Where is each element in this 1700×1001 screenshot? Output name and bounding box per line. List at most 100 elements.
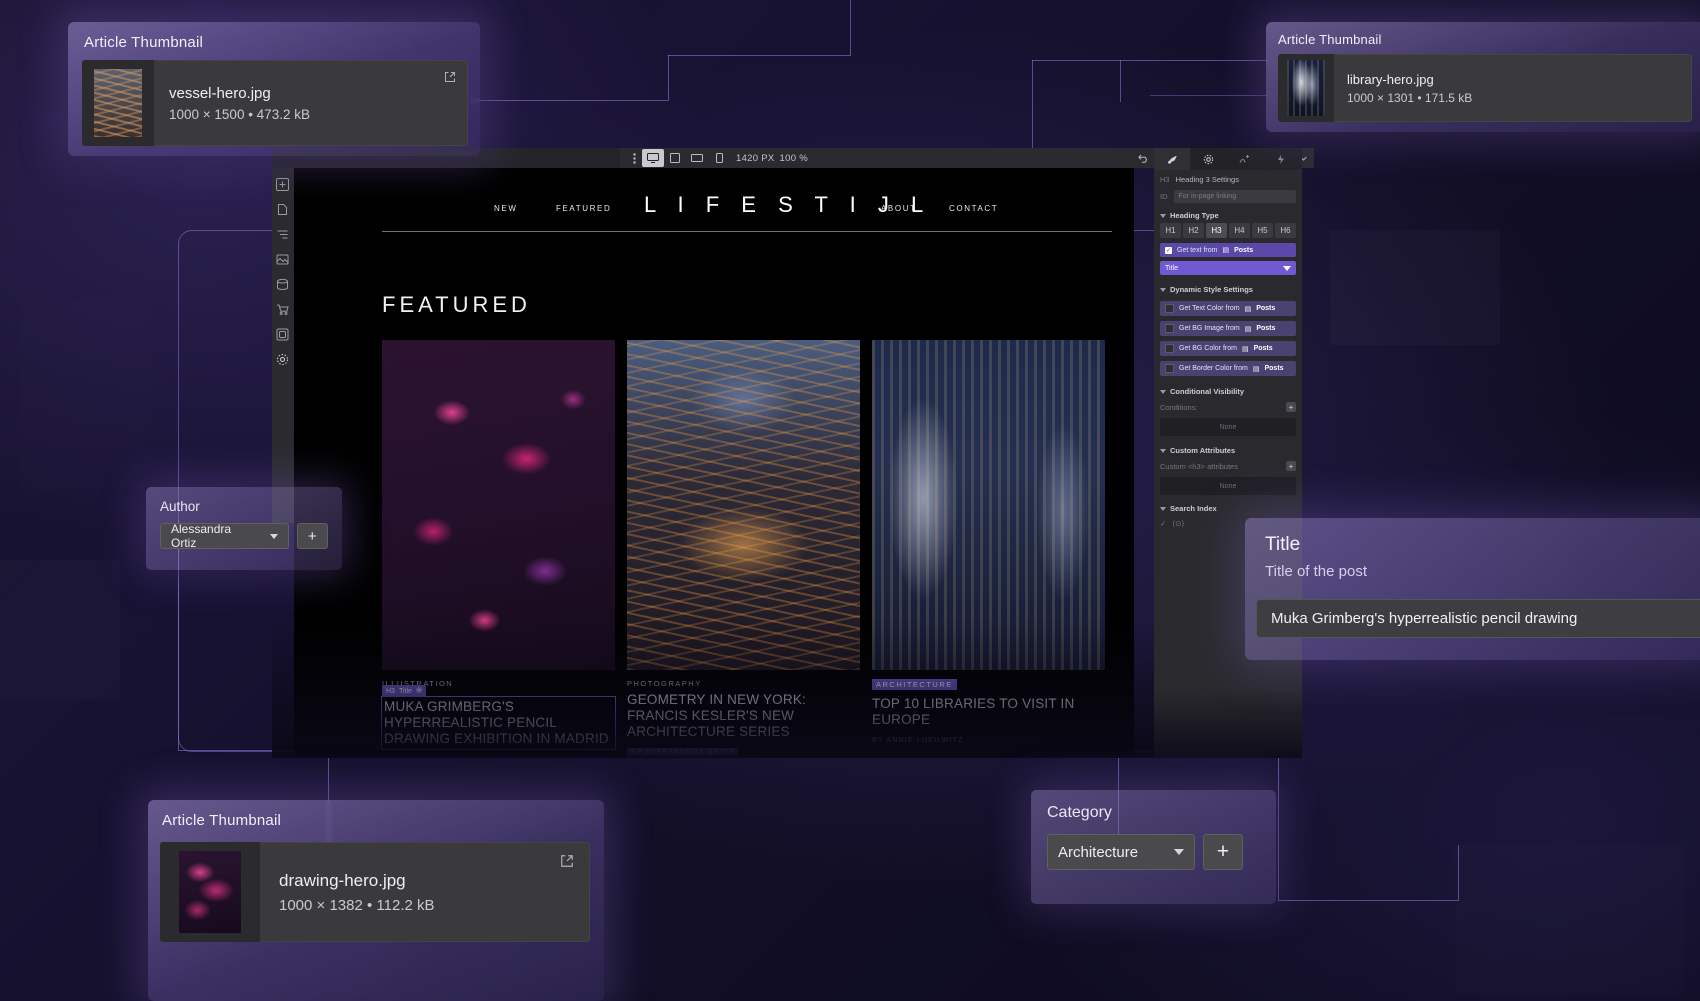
- heading-h3[interactable]: H3: [1206, 223, 1227, 238]
- collection-icon: ▤: [1245, 305, 1252, 313]
- id-input[interactable]: For in-page linking: [1174, 190, 1297, 203]
- undo-icon[interactable]: [1132, 149, 1154, 167]
- device-tablet-icon[interactable]: [664, 149, 686, 167]
- element-settings-panel: H3 Heading 3 Settings ID For in-page lin…: [1154, 148, 1302, 758]
- connector-line: [1150, 95, 1270, 96]
- title-field-input[interactable]: Muka Grimberg's hyperrealistic pencil dr…: [1256, 599, 1700, 638]
- nav-link-contact[interactable]: CONTACT: [949, 204, 998, 213]
- device-desktop-icon[interactable]: [642, 149, 664, 167]
- collection-icon: ▤: [1253, 365, 1260, 373]
- assets-icon[interactable]: [276, 253, 290, 267]
- author-select[interactable]: Alessandra Ortiz: [160, 523, 289, 549]
- row-label: Get Border Color from: [1179, 365, 1248, 372]
- designer-window: 1420 PX 100 % Publish: [272, 148, 1302, 758]
- author-field-label: Author: [160, 499, 328, 514]
- custom-attributes-value: None: [1160, 477, 1296, 495]
- cms-icon[interactable]: [276, 278, 290, 292]
- checkbox-checked-icon[interactable]: ✓: [1165, 247, 1172, 254]
- title-field-tooltip: Title Title of the post: [1245, 518, 1700, 660]
- add-element-icon[interactable]: [276, 178, 290, 192]
- thumbnail-card[interactable]: library-hero.jpg 1000 × 1301 • 171.5 kB: [1278, 54, 1692, 122]
- heading-h6[interactable]: H6: [1275, 223, 1296, 238]
- chevron-down-icon: [270, 534, 278, 539]
- check-icon: ✓: [1160, 519, 1166, 528]
- external-link-icon[interactable]: [560, 854, 574, 868]
- checkbox-icon[interactable]: [1165, 304, 1174, 313]
- panel-tab-bar: [1154, 148, 1302, 170]
- thumbnail-card[interactable]: vessel-hero.jpg 1000 × 1500 • 473.2 kB: [82, 60, 468, 146]
- category-select[interactable]: Architecture: [1047, 834, 1195, 870]
- dynamic-style-row[interactable]: Get BG Color from ▤ Posts: [1160, 341, 1296, 356]
- thumbnail-card[interactable]: drawing-hero.jpg 1000 × 1382 • 112.2 kB: [160, 842, 590, 942]
- nav-link-about[interactable]: ABOUT: [881, 204, 917, 213]
- row-label: Get BG Image from: [1179, 325, 1240, 332]
- collection-icon: ▤: [1242, 345, 1249, 353]
- dynamic-style-row[interactable]: Get Text Color from ▤ Posts: [1160, 301, 1296, 316]
- heading-h5[interactable]: H5: [1252, 223, 1273, 238]
- tooltip-title: Title: [1265, 534, 1700, 556]
- custom-attributes-sublabel: Custom <h3> attributes: [1160, 462, 1238, 471]
- collection-icon: ▤: [1222, 246, 1229, 254]
- file-name: vessel-hero.jpg: [169, 85, 454, 102]
- tab-settings[interactable]: [1190, 148, 1226, 170]
- kebab-menu-icon[interactable]: [626, 149, 642, 167]
- nav-link-featured[interactable]: FEATURED: [556, 204, 611, 213]
- plus-icon[interactable]: +: [1286, 461, 1296, 471]
- section-heading-type[interactable]: Heading Type: [1154, 206, 1302, 223]
- element-title: Heading 3 Settings: [1176, 175, 1239, 184]
- chevron-down-icon: [1160, 507, 1166, 511]
- section-search-index[interactable]: Search Index: [1154, 499, 1302, 516]
- bound-field-select[interactable]: Title: [1160, 261, 1296, 275]
- thumbnail-image: [1278, 54, 1335, 122]
- external-link-icon[interactable]: [444, 70, 456, 82]
- id-placeholder: For in-page linking: [1179, 193, 1237, 200]
- chevron-down-icon: [1160, 214, 1166, 218]
- connector-line: [1032, 60, 1120, 61]
- section-custom-attributes[interactable]: Custom Attributes: [1154, 441, 1302, 458]
- pages-icon[interactable]: [276, 203, 290, 217]
- thumbnail-meta: drawing-hero.jpg 1000 × 1382 • 112.2 kB: [261, 842, 590, 942]
- category-field-row: Architecture +: [1047, 834, 1260, 870]
- conditions-row: Conditions: +: [1154, 399, 1302, 415]
- canvas-fade: [272, 618, 1154, 758]
- checkbox-icon[interactable]: [1165, 324, 1174, 333]
- section-label: Heading Type: [1170, 211, 1219, 220]
- settings-icon[interactable]: [276, 353, 290, 367]
- ecommerce-icon[interactable]: [276, 303, 290, 317]
- section-conditional-visibility[interactable]: Conditional Visibility: [1154, 382, 1302, 399]
- heading-h2[interactable]: H2: [1183, 223, 1204, 238]
- heading-h4[interactable]: H4: [1229, 223, 1250, 238]
- plus-icon[interactable]: +: [1286, 402, 1296, 412]
- site-navbar: NEW FEATURED L I F E S T I J L ABOUT CON…: [294, 168, 1134, 234]
- id-label: ID: [1160, 192, 1168, 201]
- device-mobile-icon[interactable]: [708, 149, 730, 167]
- designer-left-rail: [272, 168, 294, 523]
- row-source: Posts: [1256, 325, 1275, 332]
- navigator-icon[interactable]: [276, 228, 290, 242]
- category-add-button[interactable]: +: [1203, 834, 1243, 870]
- tab-style[interactable]: [1154, 148, 1190, 170]
- checkbox-icon[interactable]: [1165, 344, 1174, 353]
- viewport-width-label: 1420 PX: [736, 153, 775, 164]
- article-thumbnail-panel: Article Thumbnail vessel-hero.jpg 1000 ×…: [68, 22, 480, 156]
- row-label: Get BG Color from: [1179, 345, 1237, 352]
- get-text-from-row[interactable]: ✓ Get text from ▤ Posts: [1160, 243, 1296, 257]
- tab-interactions[interactable]: [1226, 148, 1262, 170]
- decor-block: [1330, 230, 1500, 345]
- components-icon[interactable]: [276, 328, 290, 342]
- author-add-button[interactable]: +: [297, 523, 328, 549]
- get-text-from-source: Posts: [1234, 247, 1253, 254]
- checkbox-icon[interactable]: [1165, 364, 1174, 373]
- tab-effects[interactable]: [1262, 148, 1298, 170]
- nav-divider: [382, 231, 1112, 232]
- row-source: Posts: [1256, 305, 1275, 312]
- author-select-value: Alessandra Ortiz: [171, 522, 258, 550]
- device-mobile-landscape-icon[interactable]: [686, 149, 708, 167]
- section-dynamic-style[interactable]: Dynamic Style Settings: [1154, 280, 1302, 297]
- file-meta: 1000 × 1500 • 473.2 kB: [169, 107, 454, 122]
- dynamic-style-row[interactable]: Get BG Image from ▤ Posts: [1160, 321, 1296, 336]
- file-meta: 1000 × 1301 • 171.5 kB: [1347, 91, 1680, 105]
- nav-link-new[interactable]: NEW: [494, 204, 517, 213]
- heading-h1[interactable]: H1: [1160, 223, 1181, 238]
- dynamic-style-row[interactable]: Get Border Color from ▤ Posts: [1160, 361, 1296, 376]
